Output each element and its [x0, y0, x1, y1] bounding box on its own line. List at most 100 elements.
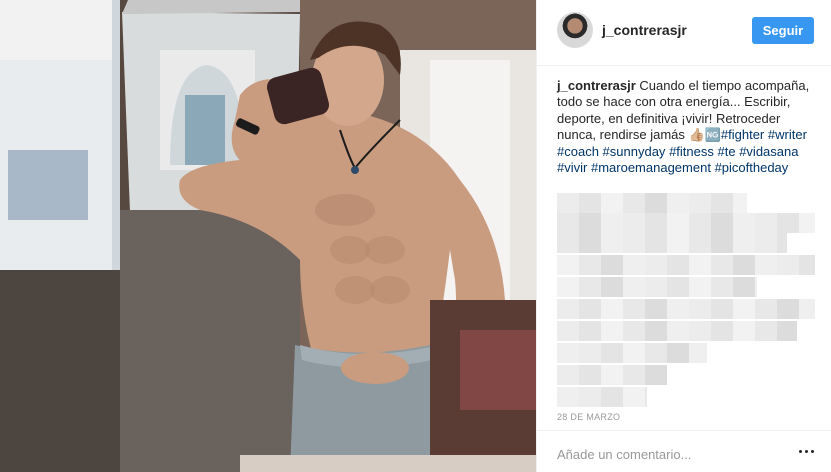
blur-block [579, 387, 601, 407]
blur-block [579, 321, 601, 341]
post-side-panel: j_contrerasjr Seguir j_contrerasjr Cuand… [536, 0, 831, 472]
hashtag-link[interactable]: #writer [768, 127, 807, 142]
hashtag-link[interactable]: #te [718, 144, 736, 159]
blur-block [645, 365, 667, 385]
follow-button[interactable]: Seguir [752, 17, 814, 44]
hashtag-link[interactable]: #coach [557, 144, 599, 159]
blur-block [579, 343, 601, 363]
blur-block [579, 213, 601, 233]
username-text: j_contreras [602, 22, 678, 38]
blur-block [645, 299, 667, 319]
blur-block [623, 277, 645, 297]
blur-block [755, 299, 777, 319]
blur-block [601, 321, 623, 341]
blur-block [689, 233, 711, 253]
blur-block [623, 213, 645, 233]
blur-block [557, 299, 579, 319]
hashtag-link[interactable]: #fitness [669, 144, 714, 159]
blur-block [623, 193, 645, 213]
hashtag-link[interactable]: #fighter [721, 127, 764, 142]
hashtag-link[interactable]: #vidasana [739, 144, 798, 159]
blur-block [689, 277, 711, 297]
blur-block [711, 213, 733, 233]
blur-block [667, 277, 689, 297]
blur-block [733, 233, 755, 253]
blur-block [557, 277, 579, 297]
blur-block [601, 387, 623, 407]
blur-block [777, 213, 799, 233]
hashtag-link[interactable]: #sunnyday [603, 144, 666, 159]
blur-block [667, 233, 689, 253]
blur-block [623, 299, 645, 319]
blur-block [601, 213, 623, 233]
blur-block [557, 387, 579, 407]
blur-block [645, 343, 667, 363]
blur-block [557, 233, 579, 253]
blur-block [601, 193, 623, 213]
blur-block [601, 299, 623, 319]
blur-block [799, 213, 815, 233]
blur-block [623, 365, 645, 385]
blur-block [623, 387, 645, 407]
blur-block [733, 213, 755, 233]
blur-block [645, 321, 667, 341]
blur-block [579, 299, 601, 319]
blur-block [711, 233, 733, 253]
blur-block [689, 213, 711, 233]
comment-input[interactable] [557, 444, 787, 464]
blur-block [733, 321, 755, 341]
more-options-icon[interactable] [799, 445, 815, 459]
blur-block [579, 233, 601, 253]
blur-block [557, 365, 579, 385]
hashtag-link[interactable]: #picoftheday [715, 160, 789, 175]
blur-block [601, 255, 623, 275]
blur-block [689, 193, 711, 213]
post-header: j_contrerasjr Seguir [537, 0, 831, 66]
blur-block [557, 213, 579, 233]
username-suffix: jr [677, 22, 687, 38]
blur-block [601, 233, 623, 253]
blur-block [689, 299, 711, 319]
blur-block [733, 193, 747, 213]
blurred-comments [557, 193, 815, 407]
blur-block [667, 299, 689, 319]
post-photo[interactable] [0, 0, 536, 472]
photo-illustration [0, 0, 536, 472]
blur-block [777, 233, 787, 253]
post-caption: j_contrerasjr Cuando el tiempo acompaña,… [557, 78, 819, 176]
blur-block [579, 365, 601, 385]
caption-emoji: 👍🏼🆖 [688, 127, 721, 143]
blur-block [777, 299, 799, 319]
blur-block [755, 321, 777, 341]
blur-block [645, 233, 667, 253]
blur-block [755, 213, 777, 233]
blur-block [645, 193, 667, 213]
blur-block [755, 233, 777, 253]
post-date: 28 DE MARZO [557, 412, 621, 422]
blur-block [623, 321, 645, 341]
blur-block [557, 255, 579, 275]
hashtag-link[interactable]: #vivir [557, 160, 587, 175]
username-link[interactable]: j_contrerasjr [602, 22, 687, 38]
blur-block [667, 321, 689, 341]
blur-block [733, 299, 755, 319]
blur-block [623, 255, 645, 275]
hashtag-link[interactable]: #maroemanagement [591, 160, 711, 175]
caption-author-link[interactable]: j_contrerasjr [557, 78, 636, 93]
blur-block [777, 255, 799, 275]
blur-block [777, 321, 797, 341]
blur-block [667, 255, 689, 275]
blur-block [579, 277, 601, 297]
blur-block [711, 255, 733, 275]
blur-block [645, 213, 667, 233]
blur-block [755, 277, 757, 297]
blur-block [645, 277, 667, 297]
avatar[interactable] [557, 12, 593, 48]
blur-block [711, 321, 733, 341]
blur-block [799, 255, 815, 275]
blur-block [799, 299, 815, 319]
blur-block [557, 321, 579, 341]
blur-block [667, 193, 689, 213]
blur-block [711, 193, 733, 213]
blur-block [689, 321, 711, 341]
